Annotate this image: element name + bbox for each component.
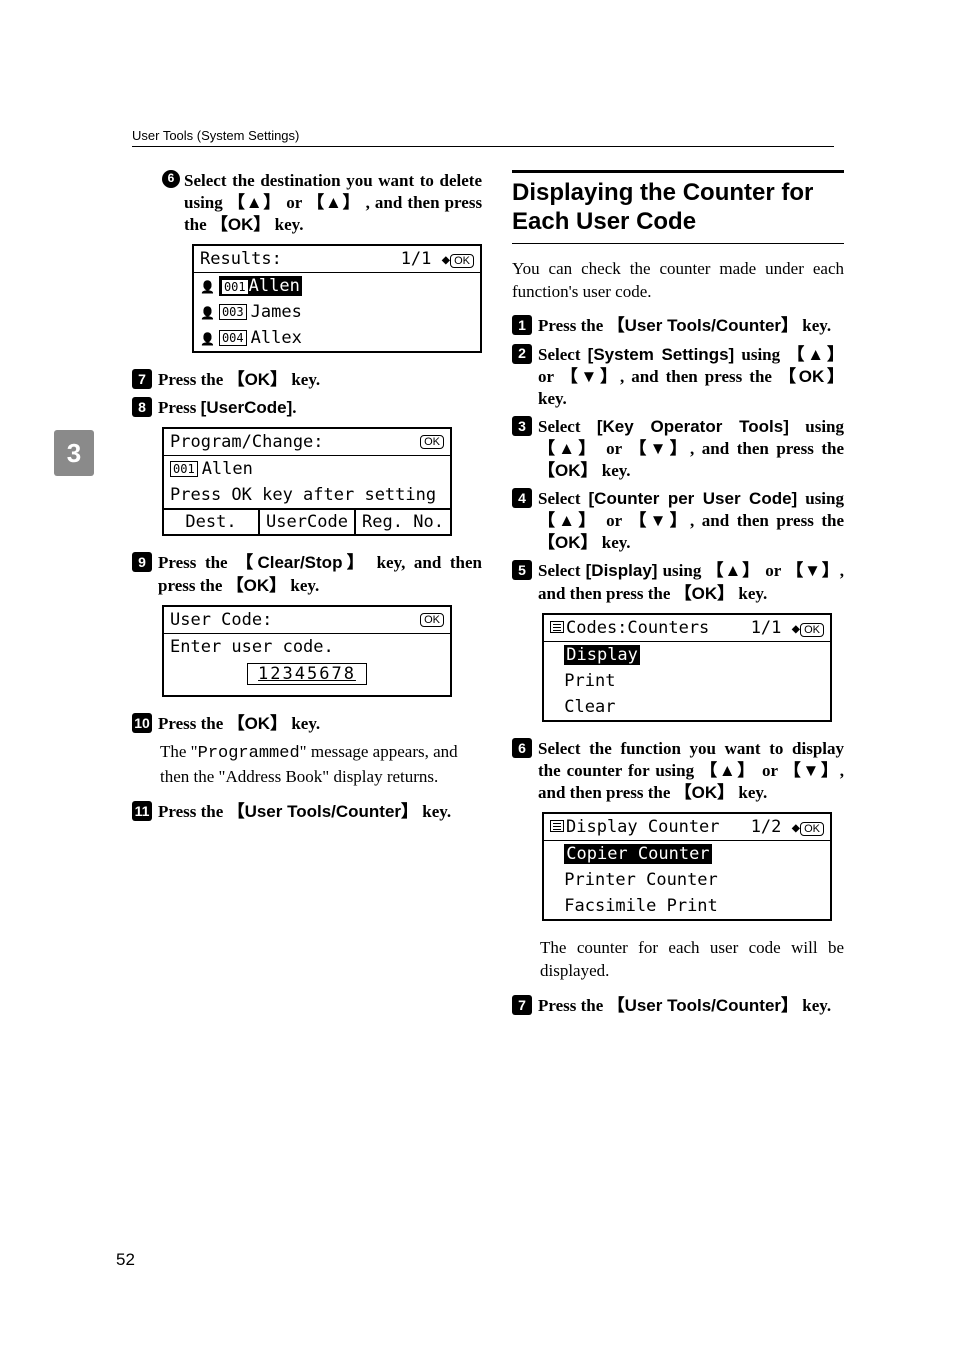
lcd-program-change: Program/Change: OK 001 Allen Press OK ke… bbox=[162, 427, 452, 536]
rstep-7: 7 Press the 【User Tools/Counter】 key. bbox=[512, 995, 844, 1017]
lcd-display-counter: Display Counter 1/2 ◆OK Copier Counter P… bbox=[542, 812, 832, 921]
rstep-3: 3 Select [Key Operator Tools] using 【▲】 … bbox=[512, 416, 844, 482]
bullet-11: 11 bbox=[132, 801, 152, 821]
ok-icon: OK bbox=[800, 822, 824, 836]
rstep-6: 6 Select the function you want to displa… bbox=[512, 738, 844, 804]
page-header: User Tools (System Settings) bbox=[132, 128, 834, 147]
rstep-5: 5 Select [Display] using 【▲】 or 【▼】, and… bbox=[512, 560, 844, 604]
section-title: Displaying the Counter for Each User Cod… bbox=[512, 170, 844, 244]
list-icon bbox=[550, 621, 564, 633]
step-10-body: The "Programmed" message appears, and th… bbox=[160, 741, 482, 789]
bullet-10: 10 bbox=[132, 713, 152, 733]
ok-icon: OK bbox=[420, 435, 444, 449]
lcd-btn-dest: Dest. bbox=[164, 510, 260, 534]
lcd-btn-regno: Reg. No. bbox=[356, 510, 450, 534]
lcd-btn-usercode: UserCode bbox=[260, 510, 356, 534]
step-11: 11 Press the 【User Tools/Counter】 key. bbox=[132, 801, 482, 823]
header-title: User Tools (System Settings) bbox=[132, 128, 299, 143]
step-8: 8 Press [UserCode]. bbox=[132, 397, 482, 419]
lcd-hint: Press OK key after setting bbox=[164, 482, 450, 508]
step-10: 10 Press the 【OK】 key. bbox=[132, 713, 482, 735]
rstep-1: 1 Press the 【User Tools/Counter】 key. bbox=[512, 315, 844, 337]
lcd1-title: Results: bbox=[200, 249, 282, 269]
list-item: Printer Counter bbox=[544, 867, 830, 893]
list-item: Display bbox=[544, 642, 830, 668]
updown-icon: ◆ bbox=[442, 252, 450, 268]
person-icon bbox=[200, 276, 215, 296]
step-6: 6 Select the destination you want to del… bbox=[162, 170, 482, 236]
list-item: 004Allex bbox=[194, 325, 480, 351]
lcd2-title: Program/Change: bbox=[170, 432, 324, 452]
rstep-4: 4 Select [Counter per User Code] using 【… bbox=[512, 488, 844, 554]
list-icon bbox=[550, 820, 564, 832]
ok-icon: OK bbox=[420, 613, 444, 627]
right-column: Displaying the Counter for Each User Cod… bbox=[512, 170, 844, 1023]
list-item: 001 Allen bbox=[164, 456, 450, 482]
bullet-9: 9 bbox=[132, 552, 152, 572]
chapter-tab: 3 bbox=[54, 430, 94, 476]
ok-icon: OK bbox=[800, 623, 824, 637]
lcd-buttons: Dest. UserCode Reg. No. bbox=[164, 508, 450, 534]
left-column: 6 Select the destination you want to del… bbox=[132, 170, 482, 1023]
bullet-6: 6 bbox=[162, 170, 180, 188]
page-number: 52 bbox=[116, 1250, 135, 1270]
ok-icon: OK bbox=[450, 254, 474, 268]
list-item: Copier Counter bbox=[544, 841, 830, 867]
list-item: Clear bbox=[544, 694, 830, 720]
person-icon bbox=[200, 328, 215, 348]
list-item: 001Allen bbox=[194, 273, 480, 299]
updown-icon: ◆ bbox=[792, 621, 800, 637]
list-item: Facsimile Print bbox=[544, 893, 830, 919]
step-7: 7 Press the 【OK】 key. bbox=[132, 369, 482, 391]
rstep-2: 2 Select [System Settings] using 【▲】 or … bbox=[512, 344, 844, 410]
updown-icon: ◆ bbox=[792, 820, 800, 836]
bullet-7: 7 bbox=[132, 369, 152, 389]
lcd-hint: Enter user code. bbox=[164, 634, 450, 660]
rstep-6-body: The counter for each user code will be d… bbox=[540, 937, 844, 983]
lcd-results: Results: 1/1 ◆OK 001Allen 003James 004Al… bbox=[192, 244, 482, 353]
list-item: 003James bbox=[194, 299, 480, 325]
person-icon bbox=[200, 302, 215, 322]
lcd-codes-counters: Codes:Counters 1/1 ◆OK Display Print Cle… bbox=[542, 613, 832, 722]
step-9: 9 Press the 【Clear/Stop】 key, and then p… bbox=[132, 552, 482, 596]
bullet-8: 8 bbox=[132, 397, 152, 417]
list-item: Print bbox=[544, 668, 830, 694]
section-intro: You can check the counter made under eac… bbox=[512, 258, 844, 304]
lcd-input-value: 12345678 bbox=[247, 663, 367, 685]
lcd-user-code: User Code: OK Enter user code. 12345678 bbox=[162, 605, 452, 697]
lcd3-title: User Code: bbox=[170, 610, 272, 630]
